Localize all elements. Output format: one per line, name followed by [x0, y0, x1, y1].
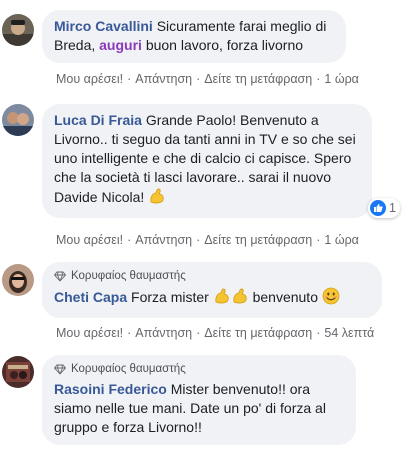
avatar[interactable]	[2, 264, 34, 296]
badge-label: Κορυφαίος θαυμαστής	[71, 363, 186, 375]
like-link[interactable]: Μου αρέσει!	[56, 233, 123, 247]
top-fan-badge[interactable]: Κορυφαίος θαυμαστής	[54, 361, 344, 377]
like-icon	[370, 200, 386, 216]
translate-link[interactable]: Δείτε τη μετάφραση	[204, 233, 312, 247]
avatar[interactable]	[2, 356, 34, 388]
like-link[interactable]: Μου αρέσει!	[56, 326, 123, 340]
highlighted-word[interactable]: auguri	[99, 37, 142, 53]
reaction-number: 1	[389, 201, 396, 215]
flexed-biceps-emoji	[213, 287, 231, 310]
comment-actions: Μου αρέσει! · Απάντηση · Δείτε τη μετάφραση ·…	[56, 233, 359, 247]
comment-bubble: Κορυφαίος θαυμαστής Rasoini Federico Mis…	[42, 355, 356, 445]
timestamp[interactable]: 1 ώρα	[324, 233, 359, 247]
comment-text: Forza mister	[131, 289, 209, 305]
comment-bubble: Luca Di Fraia Grande Paolo! Benvenuto a …	[42, 104, 372, 218]
flexed-biceps-emoji	[148, 187, 166, 210]
comment-text: buon lavoro, forza livorno	[145, 37, 304, 53]
like-link[interactable]: Μου αρέσει!	[56, 72, 123, 86]
author-name[interactable]: Mirco Cavallini	[54, 18, 153, 34]
top-fan-badge[interactable]: Κορυφαίος θαυμαστής	[54, 268, 370, 284]
timestamp[interactable]: 1 ώρα	[324, 72, 359, 86]
diamond-icon	[54, 271, 66, 282]
reply-link[interactable]: Απάντηση	[135, 233, 192, 247]
author-name[interactable]: Rasoini Federico	[54, 381, 167, 397]
comment-bubble: Mirco Cavallini Sicuramente farai meglio…	[42, 10, 346, 63]
timestamp[interactable]: 54 λεπτά	[324, 326, 374, 340]
comment-text: benvenuto	[252, 289, 318, 305]
diamond-icon	[54, 364, 66, 375]
reaction-count[interactable]: 1	[368, 198, 400, 218]
comment-actions: Μου αρέσει! · Απάντηση · Δείτε τη μετάφραση ·…	[56, 326, 375, 340]
avatar[interactable]	[2, 104, 34, 136]
translate-link[interactable]: Δείτε τη μετάφραση	[204, 72, 312, 86]
reply-link[interactable]: Απάντηση	[135, 326, 192, 340]
comment-actions: Μου αρέσει! · Απάντηση · Δείτε τη μετάφραση ·…	[56, 72, 359, 86]
author-name[interactable]: Luca Di Fraia	[54, 112, 142, 128]
badge-label: Κορυφαίος θαυμαστής	[71, 270, 186, 282]
translate-link[interactable]: Δείτε τη μετάφραση	[204, 326, 312, 340]
reply-link[interactable]: Απάντηση	[135, 72, 192, 86]
author-name[interactable]: Cheti Capa	[54, 289, 127, 305]
avatar[interactable]	[2, 14, 34, 46]
flexed-biceps-emoji	[231, 287, 249, 310]
comment-bubble: Κορυφαίος θαυμαστής Cheti Capa Forza mis…	[42, 262, 382, 318]
smiling-face-emoji	[322, 287, 340, 310]
